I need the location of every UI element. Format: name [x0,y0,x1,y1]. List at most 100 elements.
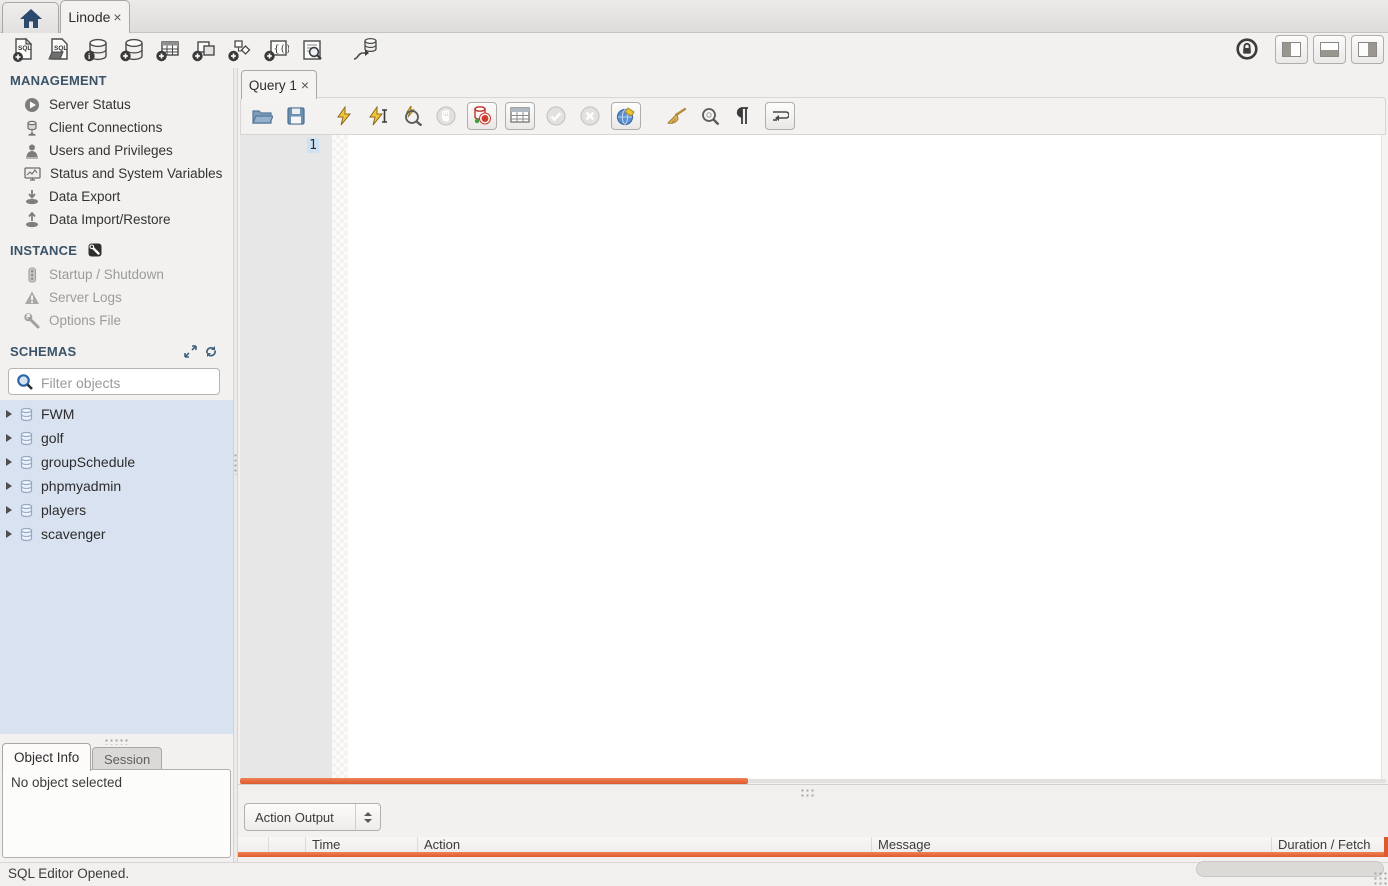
client-connections-icon [24,120,40,136]
schema-icon [19,407,34,422]
create-function-button[interactable]: {() [258,34,294,66]
output-splitter-grip[interactable] [800,788,814,799]
sql-editor-toolbar [240,97,1386,135]
sidebar-item-server-status[interactable]: Server Status [0,93,233,116]
connection-tab[interactable]: Linode × [60,0,130,33]
tab-query-1[interactable]: Query 1 × [241,70,317,99]
expander-icon[interactable] [6,482,12,490]
explain-button[interactable] [399,103,425,129]
schema-row-golf[interactable]: golf [0,426,233,450]
sidebar-splitter-grip[interactable] [104,738,130,745]
output-vscroll-thumb[interactable] [1384,837,1388,857]
editor-vertical-scrollbar[interactable] [1381,135,1388,779]
schema-name: groupSchedule [41,454,135,470]
output-splitter[interactable] [238,784,1388,800]
execute-button[interactable] [331,103,357,129]
schema-row-groupschedule[interactable]: groupSchedule [0,450,233,474]
toggle-stop-on-error-button[interactable] [467,102,497,130]
expand-schemas-button[interactable] [184,345,197,358]
sidebar-item-data-export[interactable]: Data Export [0,185,233,208]
open-file-button[interactable] [249,103,275,129]
tab-object-info[interactable]: Object Info [2,743,91,771]
show-invisibles-button[interactable] [731,103,757,129]
output-col-duration[interactable]: Duration / Fetch [1272,837,1384,852]
schema-row-fwm[interactable]: FWM [0,402,233,426]
expander-icon[interactable] [6,458,12,466]
search-table-data-button[interactable] [294,34,330,66]
save-button[interactable] [283,103,309,129]
schema-icon [19,431,34,446]
schema-row-scavenger[interactable]: scavenger [0,522,233,546]
expander-icon[interactable] [6,506,12,514]
schema-name: golf [41,430,64,446]
create-schema-button[interactable] [114,34,150,66]
rollback-icon [580,106,600,126]
output-col-action[interactable]: Action [418,837,872,852]
output-hscroll-thumb[interactable] [238,852,1384,857]
open-sql-script-button[interactable]: SQL [42,34,78,66]
refresh-icon [204,345,218,358]
execute-current-statement-button[interactable] [365,103,391,129]
search-icon [16,373,34,391]
create-procedure-button[interactable] [222,34,258,66]
options-file-icon [24,313,40,329]
output-col-status[interactable] [238,837,269,852]
beautify-button[interactable] [663,103,689,129]
commit-button[interactable] [543,103,569,129]
wrap-text-button[interactable] [765,102,795,130]
toggle-left-panel-button[interactable] [1275,35,1308,64]
startup-shutdown-icon [24,267,40,283]
new-sql-tab-button[interactable]: SQL [6,34,42,66]
schema-row-players[interactable]: players [0,498,233,522]
sql-editor-canvas[interactable] [348,135,1388,779]
sidebar-item-users-privileges[interactable]: Users and Privileges [0,139,233,162]
create-table-button[interactable] [150,34,186,66]
sidebar-item-system-variables[interactable]: Status and System Variables [0,162,233,185]
instance-wrench-badge-icon [88,243,102,257]
rollback-button[interactable] [577,103,603,129]
schema-row-phpmyadmin[interactable]: phpmyadmin [0,474,233,498]
status-message: SQL Editor Opened. [0,863,1388,885]
window-resize-grip[interactable] [1373,871,1387,885]
splitter-grip[interactable] [233,453,238,475]
create-view-button[interactable] [186,34,222,66]
create-procedure-icon [227,37,253,63]
output-col-message[interactable]: Message [872,837,1272,852]
sidebar-item-startup-shutdown[interactable]: Startup / Shutdown [0,263,233,286]
connection-tab-close-icon[interactable]: × [113,10,121,24]
query-tab-close-icon[interactable]: × [301,78,309,92]
tab-object-info-label: Object Info [14,750,79,765]
reconnect-dbms-button[interactable] [346,34,382,66]
sidebar-item-label: Server Logs [49,290,122,305]
output-col-time[interactable]: Time [306,837,418,852]
toggle-bottom-panel-button[interactable] [1313,35,1346,64]
lock-button[interactable] [1232,34,1262,64]
search-table-data-icon [299,37,325,63]
tab-session[interactable]: Session [92,747,162,771]
toggle-autocommit-button[interactable] [611,102,641,130]
output-col-index[interactable] [269,837,306,852]
sidebar-item-client-connections[interactable]: Client Connections [0,116,233,139]
sidebar-splitter[interactable] [233,68,238,862]
bottom-scrollbar-thumb[interactable] [1196,861,1384,877]
toggle-right-panel-button[interactable] [1351,35,1384,64]
limit-rows-button[interactable] [505,102,535,130]
expander-icon[interactable] [6,434,12,442]
sidebar-item-options-file[interactable]: Options File [0,309,233,332]
find-button[interactable] [697,103,723,129]
schema-filter-input[interactable] [39,370,219,395]
stop-button[interactable] [433,103,459,129]
expander-icon[interactable] [6,530,12,538]
sidebar-item-server-logs[interactable]: Server Logs [0,286,233,309]
spinner-arrows-icon[interactable] [355,804,380,830]
home-tab[interactable] [2,2,59,33]
refresh-schemas-button[interactable] [204,345,218,358]
new-sql-tab-icon: SQL [11,37,37,63]
schema-inspector-button[interactable]: i [78,34,114,66]
stop-on-error-icon [472,106,492,126]
output-view-selector[interactable]: Action Output [244,803,381,831]
output-grid-header: Time Action Message Duration / Fetch [238,837,1384,852]
expander-icon[interactable] [6,410,12,418]
query-tab-label: Query 1 [249,78,297,93]
sidebar-item-data-import[interactable]: Data Import/Restore [0,208,233,231]
